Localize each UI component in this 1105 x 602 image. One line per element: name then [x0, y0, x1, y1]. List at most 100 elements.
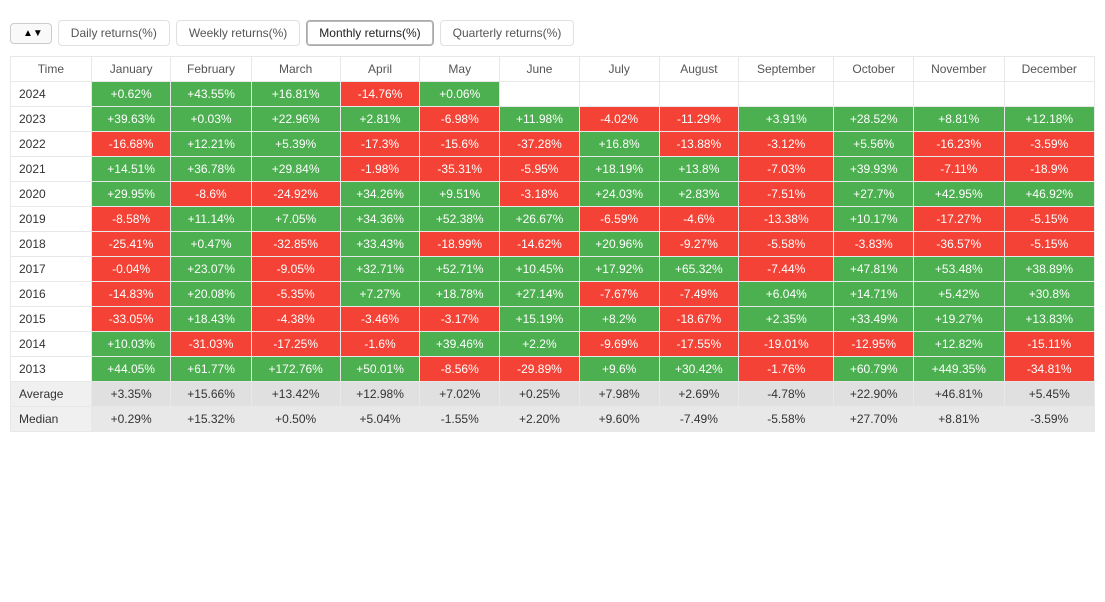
data-cell	[914, 82, 1004, 107]
data-cell: -32.85%	[251, 232, 340, 257]
column-header: July	[579, 57, 659, 82]
column-header: August	[659, 57, 739, 82]
data-cell: +39.46%	[420, 332, 500, 357]
data-cell: +449.35%	[914, 357, 1004, 382]
median-cell: +27.70%	[834, 407, 914, 432]
data-cell: -6.59%	[579, 207, 659, 232]
data-cell: -4.38%	[251, 307, 340, 332]
data-cell: +24.03%	[579, 182, 659, 207]
data-cell: +28.52%	[834, 107, 914, 132]
data-cell: -24.92%	[251, 182, 340, 207]
data-cell: +3.91%	[739, 107, 834, 132]
data-cell: -5.95%	[500, 157, 580, 182]
data-cell: +2.2%	[500, 332, 580, 357]
data-cell: +10.03%	[91, 332, 171, 357]
data-cell: +19.27%	[914, 307, 1004, 332]
average-cell: -4.78%	[739, 382, 834, 407]
data-cell: -33.05%	[91, 307, 171, 332]
table-row: 2021+14.51%+36.78%+29.84%-1.98%-35.31%-5…	[11, 157, 1095, 182]
data-cell: +30.8%	[1004, 282, 1095, 307]
data-cell: +50.01%	[340, 357, 420, 382]
tab-quarterly[interactable]: Quarterly returns(%)	[440, 20, 575, 46]
data-cell: -16.68%	[91, 132, 171, 157]
data-cell: +36.78%	[171, 157, 251, 182]
year-cell: 2017	[11, 257, 92, 282]
data-cell: -19.01%	[739, 332, 834, 357]
data-cell: +16.8%	[579, 132, 659, 157]
data-cell: -17.27%	[914, 207, 1004, 232]
table-row: 2018-25.41%+0.47%-32.85%+33.43%-18.99%-1…	[11, 232, 1095, 257]
column-header: December	[1004, 57, 1095, 82]
table-header-row: TimeJanuaryFebruaryMarchAprilMayJuneJuly…	[11, 57, 1095, 82]
data-cell: -5.58%	[739, 232, 834, 257]
year-cell: 2022	[11, 132, 92, 157]
tab-weekly[interactable]: Weekly returns(%)	[176, 20, 300, 46]
column-header: November	[914, 57, 1004, 82]
data-cell: -16.23%	[914, 132, 1004, 157]
year-cell: 2015	[11, 307, 92, 332]
data-cell: -4.6%	[659, 207, 739, 232]
tab-monthly[interactable]: Monthly returns(%)	[306, 20, 433, 46]
data-cell: -5.15%	[1004, 232, 1095, 257]
data-cell: -3.17%	[420, 307, 500, 332]
table-row: 2022-16.68%+12.21%+5.39%-17.3%-15.6%-37.…	[11, 132, 1095, 157]
median-cell: -7.49%	[659, 407, 739, 432]
data-cell: +12.21%	[171, 132, 251, 157]
returns-table: TimeJanuaryFebruaryMarchAprilMayJuneJuly…	[10, 56, 1095, 432]
median-cell: -5.58%	[739, 407, 834, 432]
data-cell: -15.11%	[1004, 332, 1095, 357]
data-cell: +2.35%	[739, 307, 834, 332]
data-cell: +32.71%	[340, 257, 420, 282]
data-cell: +33.43%	[340, 232, 420, 257]
data-cell: +26.67%	[500, 207, 580, 232]
data-cell: -7.11%	[914, 157, 1004, 182]
data-cell: -8.56%	[420, 357, 500, 382]
data-cell: +13.8%	[659, 157, 739, 182]
data-cell: +27.7%	[834, 182, 914, 207]
tab-daily[interactable]: Daily returns(%)	[58, 20, 170, 46]
data-cell: +53.48%	[914, 257, 1004, 282]
column-header: September	[739, 57, 834, 82]
data-cell: -29.89%	[500, 357, 580, 382]
year-cell: 2020	[11, 182, 92, 207]
data-cell: -14.62%	[500, 232, 580, 257]
data-cell: -0.04%	[91, 257, 171, 282]
data-cell: -25.41%	[91, 232, 171, 257]
data-cell	[659, 82, 739, 107]
data-cell: -9.05%	[251, 257, 340, 282]
data-cell: -3.46%	[340, 307, 420, 332]
data-cell: -1.76%	[739, 357, 834, 382]
data-cell: +7.05%	[251, 207, 340, 232]
year-cell: 2021	[11, 157, 92, 182]
data-cell: +18.78%	[420, 282, 500, 307]
column-header: April	[340, 57, 420, 82]
data-cell: -7.51%	[739, 182, 834, 207]
data-cell: +29.84%	[251, 157, 340, 182]
data-cell: -14.76%	[340, 82, 420, 107]
year-cell: 2016	[11, 282, 92, 307]
data-cell: +12.18%	[1004, 107, 1095, 132]
data-cell: +18.43%	[171, 307, 251, 332]
data-cell	[834, 82, 914, 107]
data-cell: -9.27%	[659, 232, 739, 257]
column-header: January	[91, 57, 171, 82]
toolbar: ▲▼ Daily returns(%) Weekly returns(%) Mo…	[10, 20, 1095, 46]
data-cell: -7.49%	[659, 282, 739, 307]
median-cell: +0.50%	[251, 407, 340, 432]
average-cell: +5.45%	[1004, 382, 1095, 407]
average-cell: +22.90%	[834, 382, 914, 407]
data-cell: -15.6%	[420, 132, 500, 157]
data-cell: +9.6%	[579, 357, 659, 382]
asset-selector[interactable]: ▲▼	[10, 23, 52, 44]
year-cell: 2013	[11, 357, 92, 382]
data-cell: -3.59%	[1004, 132, 1095, 157]
median-cell: +8.81%	[914, 407, 1004, 432]
average-cell: +2.69%	[659, 382, 739, 407]
median-row: Median+0.29%+15.32%+0.50%+5.04%-1.55%+2.…	[11, 407, 1095, 432]
data-cell: +0.62%	[91, 82, 171, 107]
data-cell: +22.96%	[251, 107, 340, 132]
data-cell: -8.6%	[171, 182, 251, 207]
data-cell	[500, 82, 580, 107]
data-cell: +42.95%	[914, 182, 1004, 207]
data-cell: -11.29%	[659, 107, 739, 132]
